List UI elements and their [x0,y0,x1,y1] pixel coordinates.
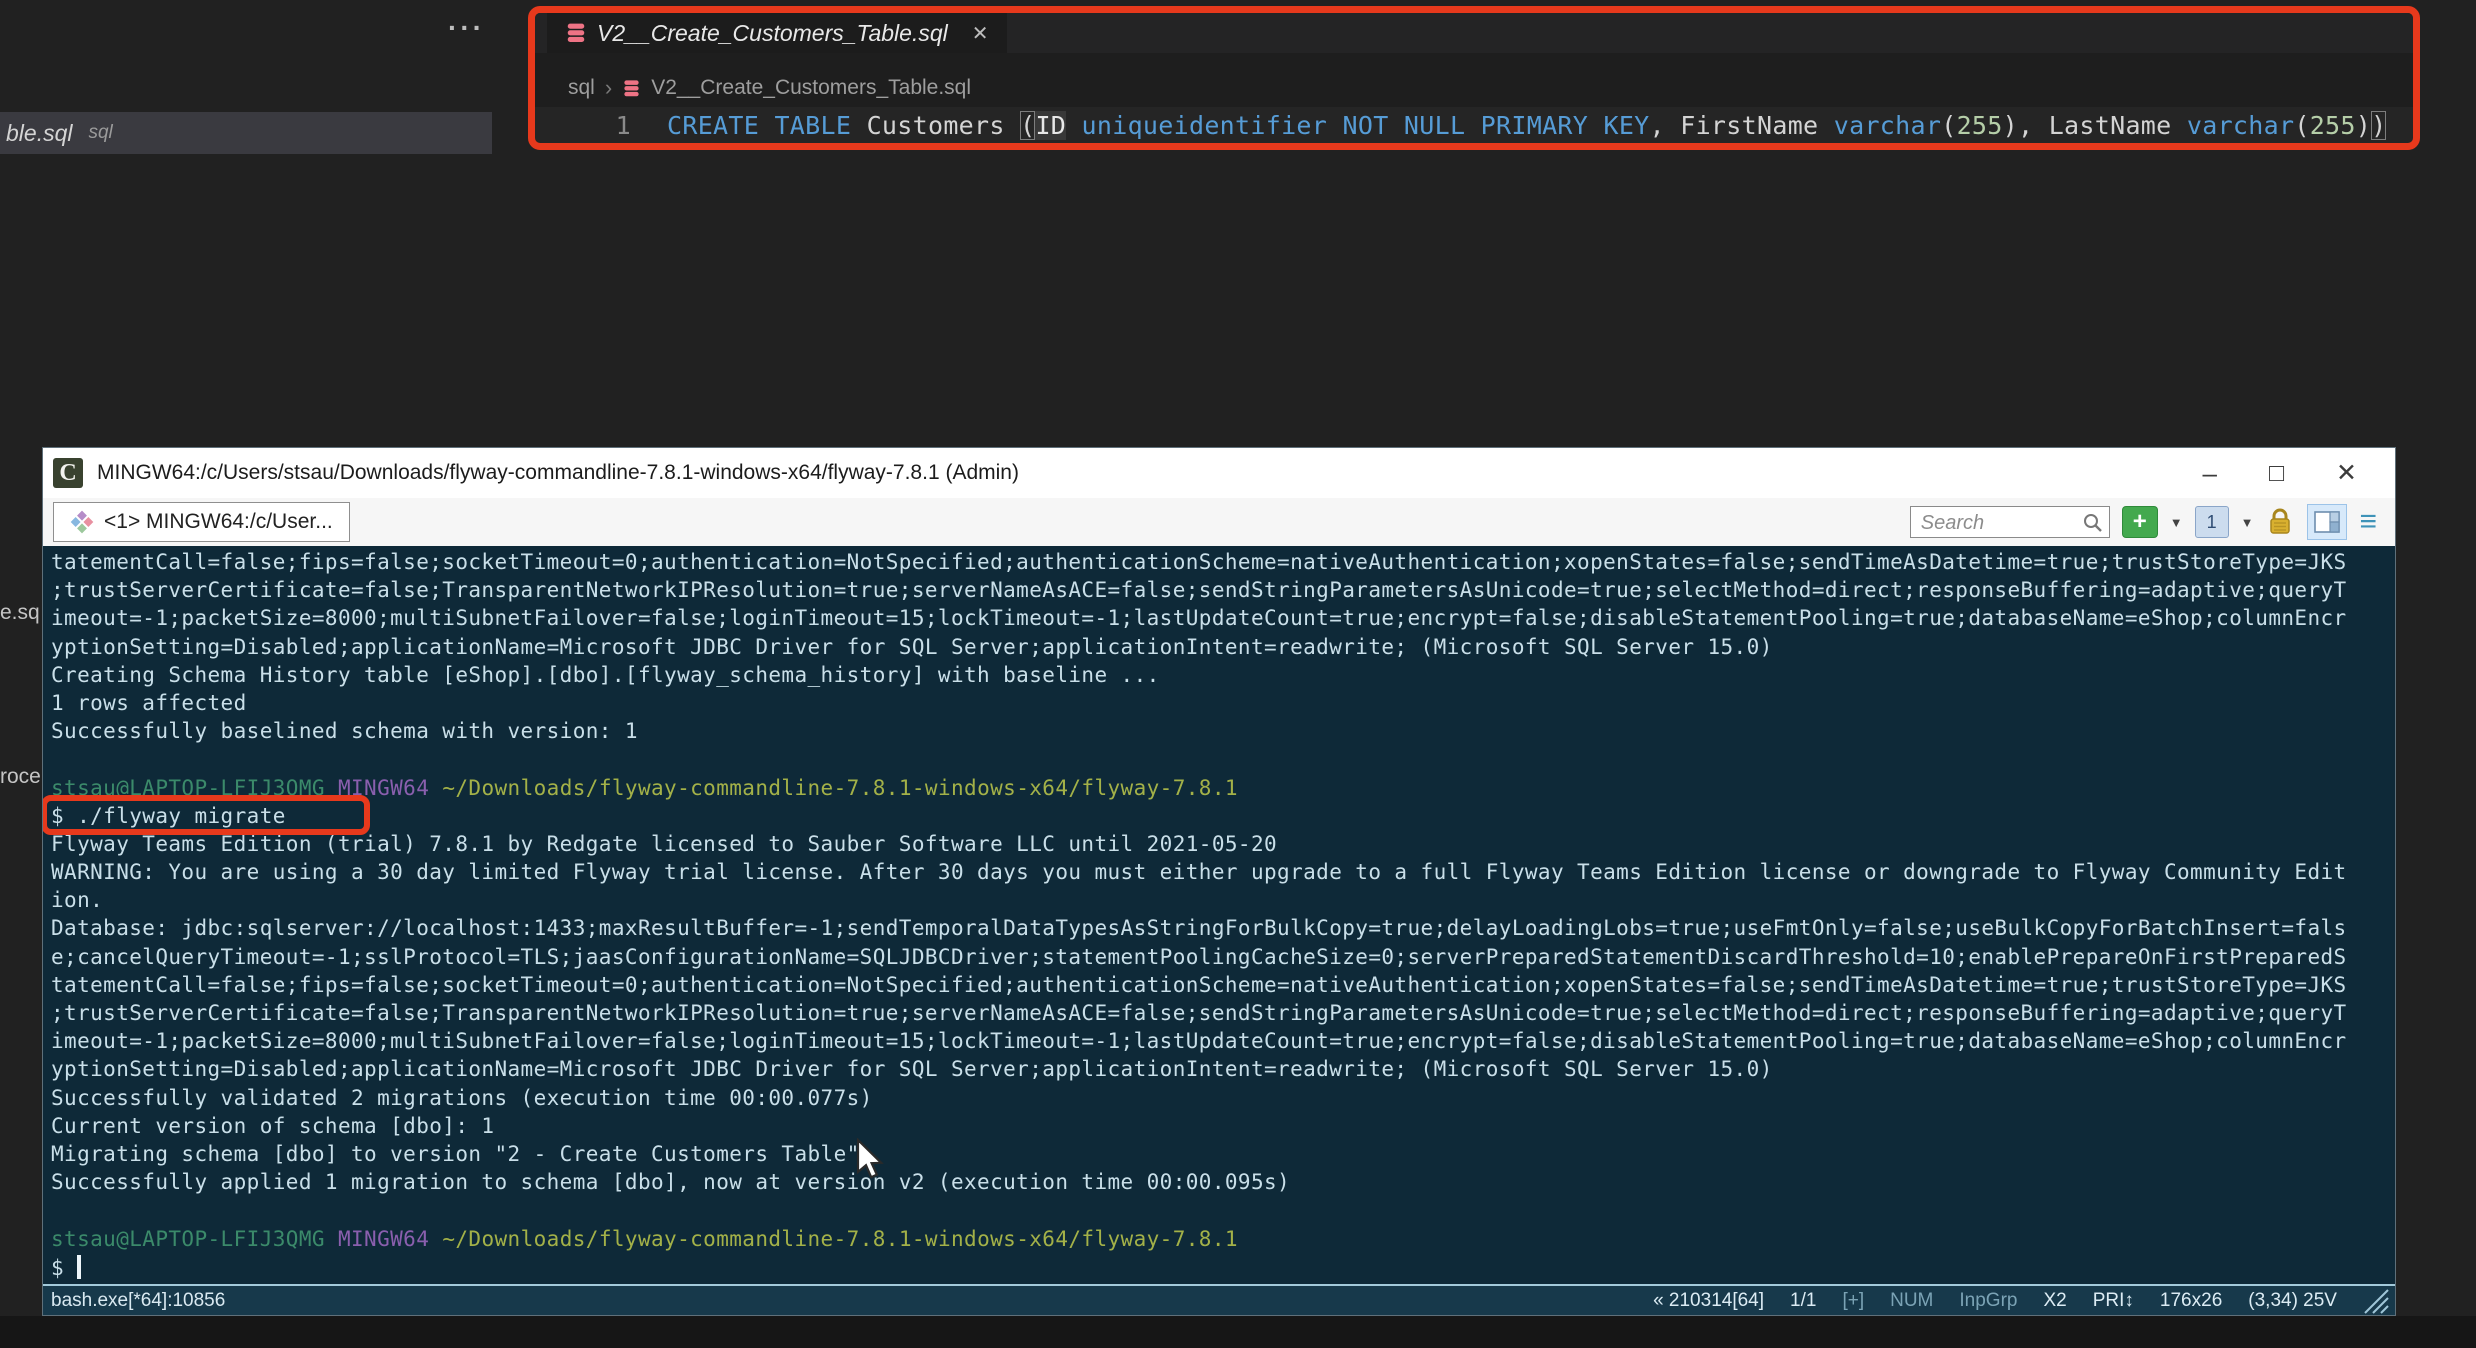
terminal-output[interactable]: tatementCall=false;fips=false;socketTime… [43,546,2395,1286]
breadcrumb-file[interactable]: V2__Create_Customers_Table.sql [651,76,971,100]
status-segment: InpGrp [1959,1289,2018,1311]
taskbar-shadow-strip [0,1316,2476,1348]
active-console-button[interactable]: 1 [2194,506,2229,538]
terminal-line: imeout=-1;packetSize=8000;multiSubnetFai… [51,1029,2347,1054]
lock-icon[interactable] [2265,506,2295,538]
terminal-line: Current version of schema [dbo]: 1 [51,1113,495,1138]
background-file-language: sql [88,122,113,143]
status-segment: NUM [1890,1289,1934,1311]
terminal-cursor [77,1254,82,1279]
maximize-button[interactable]: □ [2269,459,2284,488]
terminal-line: Creating Schema History table [eShop].[d… [51,662,1160,687]
terminal-line: imeout=-1;packetSize=8000;multiSubnetFai… [51,606,2347,631]
terminal-line: Flyway Teams Edition (trial) 7.8.1 by Re… [51,831,1278,856]
status-segment: 176x26 [2159,1289,2223,1311]
status-segment: X2 [2043,1289,2067,1311]
database-icon [567,23,585,42]
status-segment: PRI↕ [2092,1289,2134,1311]
minimize-button[interactable]: – [2202,458,2216,489]
menu-icon[interactable]: ≡ [2359,507,2377,537]
terminal-line: yptionSetting=Disabled;applicationName=M… [51,1057,1773,1082]
terminal-line: tatementCall=false;fips=false;socketTime… [51,972,2347,997]
resize-grip[interactable] [2355,1288,2389,1314]
editor-annotation-box: V2__Create_Customers_Table.sql ✕ sql › V… [528,6,2420,150]
terminal-status-bar: bash.exe[*64]:10856 « 210314[64] 1/1 [+] NU… [43,1284,2395,1315]
editor-more-actions-icon[interactable]: ··· [448,12,485,44]
terminal-line: stsau@LAPTOP-LFIJ3QMG MINGW64 ~/Download… [51,775,1238,800]
status-segment: « 210314[64] [1653,1289,1765,1311]
terminal-line: Migrating schema [dbo] to version "2 - C… [51,1141,860,1166]
new-console-button[interactable]: + [2121,506,2158,538]
terminal-line: ;trustServerCertificate=false;Transparen… [51,578,2347,603]
git-bash-icon [70,510,94,534]
breadcrumb: sql › V2__Create_Customers_Table.sql [568,74,971,102]
clipped-text-fragment: roce [0,765,41,788]
terminal-line: Successfully validated 2 migrations (exe… [51,1085,873,1110]
code-line-row[interactable]: 1 CREATE TABLE Customers (ID uniqueidenti… [535,107,2413,143]
window-layout-button[interactable] [2307,504,2348,540]
conemu-app-icon: C [53,458,83,488]
terminal-line: $ [51,1254,2387,1283]
search-input[interactable] [1918,508,2083,538]
window-layout-icon [2314,511,2341,533]
search-box [1909,506,2110,538]
line-number: 1 [615,110,631,140]
background-file-name: ble.sql [6,119,73,146]
background-file-item[interactable]: ble.sql sql [0,112,492,154]
console-tab-mingw64[interactable]: <1> MINGW64:/c/User... [53,502,350,542]
clipped-text-fragment: e.sq [0,601,40,624]
status-right-segments: « 210314[64] 1/1 [+] NUM InpGrp X2 PRI↕ 176x26 (… [1653,1290,2337,1312]
chevron-right-icon: › [604,75,613,100]
terminal-line: Successfully baselined schema with versi… [51,719,638,744]
sql-code-line: CREATE TABLE Customers (ID uniqueidentif… [667,110,2387,140]
editor-tab-strip: V2__Create_Customers_Table.sql ✕ [535,13,2413,53]
status-segment: 1/1 [1790,1289,1817,1311]
terminal-line: e;cancelQueryTimeout=-1;sslProtocol=TLS;… [51,944,2347,969]
status-segment: (3,34) 25V [2248,1289,2337,1311]
terminal-title-bar[interactable]: C MINGW64:/c/Users/stsau/Downloads/flywa… [43,448,2395,498]
terminal-line: stsau@LAPTOP-LFIJ3QMG MINGW64 ~/Download… [51,1226,1238,1251]
command-annotation-box: $ ./flyway migrate [43,794,370,835]
terminal-line: tatementCall=false;fips=false;socketTime… [51,550,2347,574]
terminal-line: yptionSetting=Disabled;applicationName=M… [51,634,1773,659]
terminal-line: 1 rows affected [51,690,247,715]
new-console-dropdown-icon[interactable]: ▼ [2170,515,2183,530]
terminal-line: Database: jdbc:sqlserver://localhost:143… [51,916,2347,941]
terminal-line: WARNING: You are using a 30 day limited … [51,860,2347,885]
tab-close-icon[interactable]: ✕ [972,21,989,46]
status-segment: [+] [1842,1289,1865,1311]
terminal-line: $ ./flyway migrate [43,794,2387,835]
tab-filename: V2__Create_Customers_Table.sql [597,19,948,46]
console-tab-label: <1> MINGW64:/c/User... [104,510,333,533]
close-button[interactable]: ✕ [2336,458,2357,488]
terminal-line: Successfully applied 1 migration to sche… [51,1170,1291,1195]
terminal-line: ;trustServerCertificate=false;Transparen… [51,1001,2347,1025]
terminal-tab-bar: <1> MINGW64:/c/User... + ▼ 1 ▼ ≡ [43,498,2395,546]
terminal-window: C MINGW64:/c/Users/stsau/Downloads/flywa… [42,447,2396,1316]
terminal-line: ion. [51,888,104,913]
search-icon[interactable] [2081,511,2105,535]
breadcrumb-folder[interactable]: sql [568,76,595,100]
tab-v2-create-customers-table-sql[interactable]: V2__Create_Customers_Table.sql ✕ [547,13,1007,53]
console-list-dropdown-icon[interactable]: ▼ [2241,515,2254,530]
status-process-info: bash.exe[*64]:10856 [51,1289,226,1311]
terminal-window-title: MINGW64:/c/Users/stsau/Downloads/flyway-… [97,461,1019,484]
database-icon [624,79,639,96]
